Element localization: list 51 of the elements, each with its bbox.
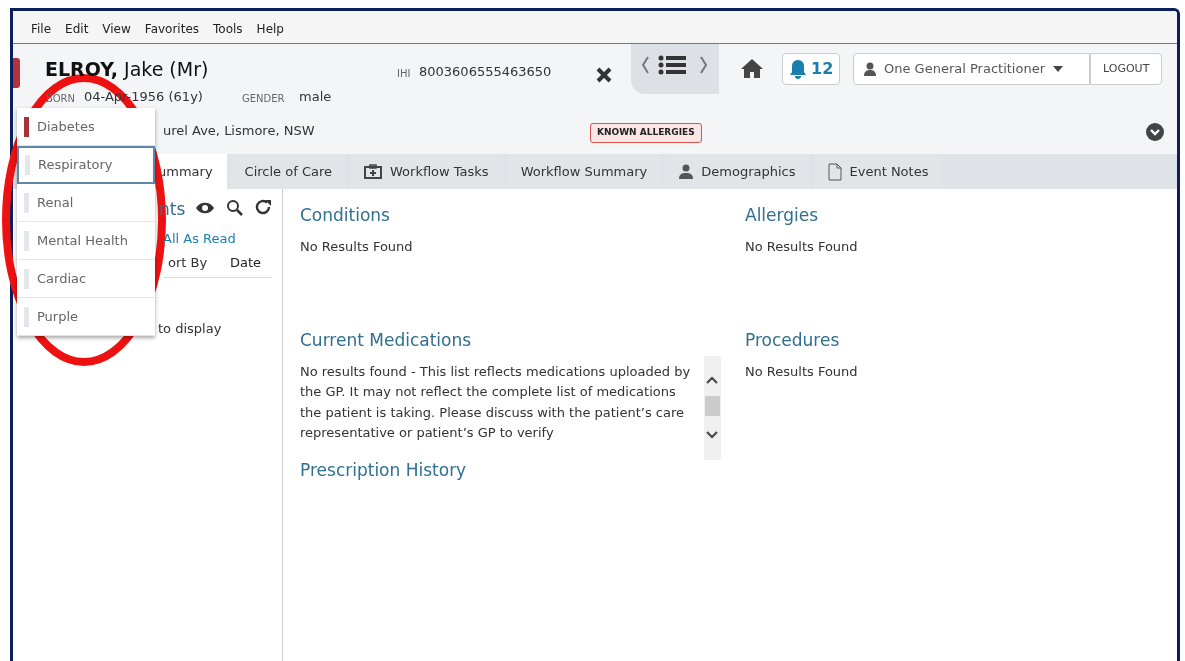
patient-name: ELROY, Jake (Mr) [45,57,209,82]
section-title: Conditions [300,204,391,227]
scrollbar[interactable] [704,355,721,460]
first-aid-kit-icon [364,164,382,179]
menu-item[interactable]: Favorites [144,20,200,43]
empty-message: No Results Found [745,362,859,381]
section-title: Prescription History [300,459,468,482]
address-text: urel Ave, Lismore, NSW [163,122,315,140]
dropdown-item[interactable]: Mental Health [17,222,155,260]
medications-notice: No results found - This list reflects medications uploaded by the GP. It may not reflect the complete list of medications the patient is taking. Please discuss with the patient’s care representative or patient’s GP to verify [300,362,692,442]
logout-button[interactable]: LOGOUT [1090,53,1163,85]
empty-message: No Results Found [745,237,859,256]
alert-flag [13,58,20,88]
user-dropdown[interactable]: One General Practitioner [853,53,1090,85]
eye-icon[interactable] [195,201,215,215]
person-icon [679,164,694,179]
list-navigator[interactable] [631,44,719,94]
gender-label: GENDER [242,92,285,106]
menu-item[interactable]: Edit [65,20,89,43]
allergy-alert: KNOWN ALLERGIES [590,123,702,143]
dropdown-item[interactable]: Renal [17,184,155,222]
born-label: BORN [46,92,75,106]
ihi-number: 8003606555463650 [419,63,552,81]
list-icon [641,54,709,76]
empty-message: to display [158,320,222,338]
sort-value[interactable]: Date [230,253,262,273]
section-title: Procedures [745,329,841,352]
chevron-down-icon[interactable] [1146,123,1164,141]
ihi-label: IHI [397,67,411,81]
document-icon [827,162,842,181]
dropdown-item[interactable]: Diabetes [17,108,155,146]
dropdown-item[interactable]: Cardiac [17,260,155,298]
menu-item[interactable]: Tools [213,20,243,43]
person-icon [864,62,876,76]
home-icon[interactable] [740,57,764,79]
gender-value: male [299,88,332,106]
notifications-button[interactable]: 12 [782,53,841,85]
empty-message: No Results Found [300,237,414,256]
menu-item[interactable]: View [102,20,131,43]
caret-icon [1053,66,1063,72]
section-title: Current Medications [300,329,473,352]
dropdown-item[interactable]: Purple [17,298,155,336]
menu-item[interactable]: Help [256,20,284,43]
close-icon[interactable] [595,66,613,84]
sort-label: ort By [168,254,208,272]
refresh-icon[interactable] [255,198,272,216]
section-title: Allergies [745,204,820,227]
dropdown-item[interactable]: Respiratory [17,146,155,184]
search-icon[interactable] [226,199,243,216]
menu-item[interactable]: File [31,20,52,43]
bell-icon [789,59,807,79]
